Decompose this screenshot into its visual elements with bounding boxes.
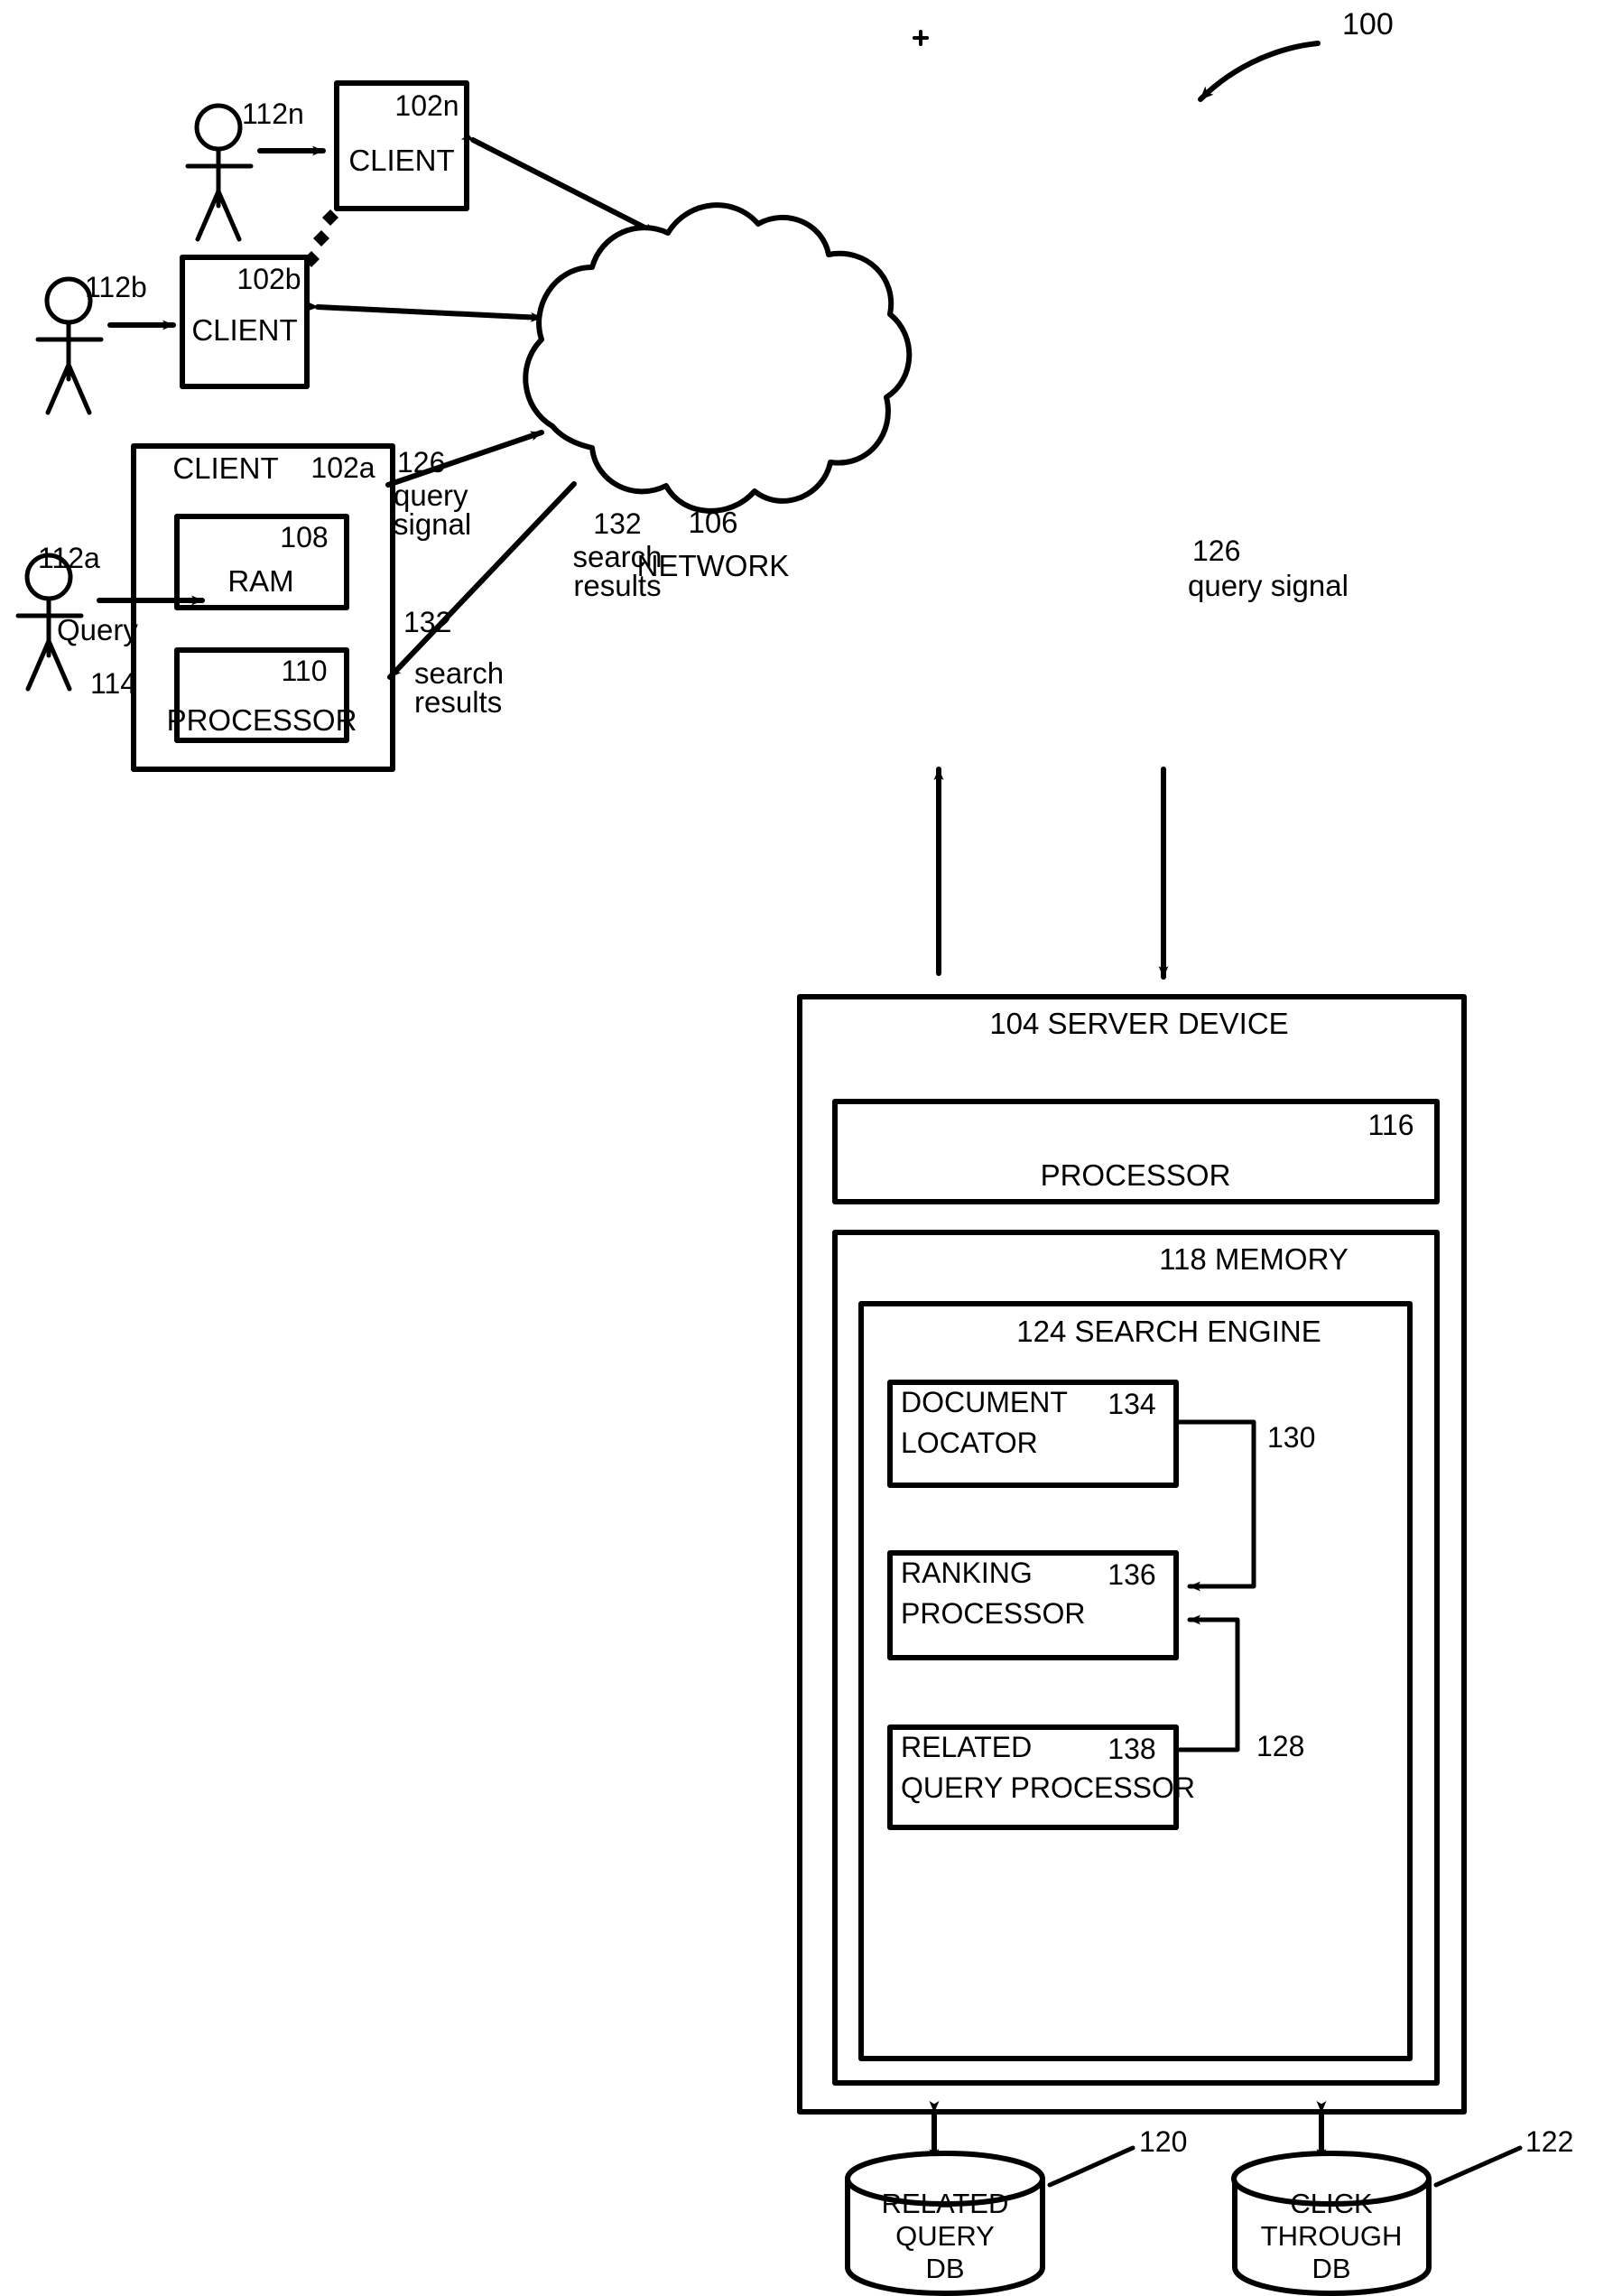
figure-number-arrow	[1198, 41, 1321, 102]
client-102a-ref: 102a	[310, 451, 375, 484]
document-locator-line2: LOCATOR	[901, 1427, 1038, 1459]
search-results-line2-left: results	[414, 685, 503, 719]
document-locator-ref-134: 134	[1108, 1388, 1156, 1420]
related-query-db-line3: DB	[925, 2253, 965, 2284]
patent-figure: 100 112n 102n CLIENT 112b 102b CLIENT 10…	[0, 0, 1622, 2296]
client-processor-ref-110: 110	[281, 655, 328, 687]
clickthrough-db-ref-122: 122	[1525, 2125, 1574, 2158]
related-query-db-line2: QUERY	[895, 2220, 995, 2252]
query-signal-text-right: query signal	[1188, 569, 1349, 602]
client-102a-label: CLIENT	[172, 451, 279, 485]
leader-122	[1433, 2145, 1523, 2188]
related-query-processor-ref-138: 138	[1108, 1733, 1156, 1765]
client-processor-label: PROCESSOR	[166, 703, 357, 737]
user-label-112a: 112a	[38, 542, 100, 574]
clickthrough-db-line2: THROUGH	[1260, 2220, 1403, 2252]
arrow-client-b-network	[306, 301, 544, 322]
ram-label: RAM	[227, 564, 294, 598]
query-ref-114: 114	[90, 667, 137, 700]
network-ref: 106	[688, 506, 738, 539]
client-102b-ref: 102b	[236, 263, 301, 295]
bus-ref-130: 130	[1267, 1421, 1316, 1454]
server-processor-ref-116: 116	[1367, 1109, 1414, 1141]
related-query-db-line1: RELATED	[881, 2188, 1009, 2219]
ranking-processor-line2: PROCESSOR	[901, 1597, 1086, 1630]
search-results-ref-132-left: 132	[403, 606, 452, 638]
clickthrough-db-line3: DB	[1312, 2253, 1351, 2284]
client-102n-ref: 102n	[394, 89, 459, 122]
registration-mark	[913, 30, 929, 46]
search-results-ref-132-up: 132	[593, 507, 642, 540]
leader-120	[1047, 2145, 1135, 2188]
client-102b-label: CLIENT	[191, 313, 298, 347]
bus-ref-128: 128	[1256, 1730, 1305, 1762]
related-query-processor-line2: QUERY PROCESSOR	[901, 1771, 1196, 1804]
memory-header: 118 MEMORY	[1159, 1242, 1349, 1276]
related-query-processor-line1: RELATED	[901, 1731, 1033, 1763]
bus-130	[1173, 1419, 1256, 1592]
ranking-processor-line1: RANKING	[901, 1557, 1033, 1589]
client-102n-label: CLIENT	[348, 144, 455, 177]
user-label-112b: 112b	[85, 271, 147, 303]
query-signal-ref-126-right: 126	[1192, 534, 1241, 567]
server-device-header: 104 SERVER DEVICE	[989, 1007, 1289, 1040]
arrow-client-n-network	[460, 130, 658, 236]
search-results-line2-up: results	[573, 569, 662, 602]
user-label-112n: 112n	[242, 98, 304, 130]
related-query-db-ref-120: 120	[1139, 2125, 1188, 2158]
document-locator-line1: DOCUMENT	[901, 1386, 1068, 1418]
search-engine-header: 124 SEARCH ENGINE	[1016, 1315, 1321, 1348]
query-signal-ref-126-left: 126	[397, 446, 446, 479]
query-signal-line2-left: signal	[394, 507, 472, 541]
query-label: Query	[57, 613, 138, 646]
clickthrough-db-line1: CLICK	[1290, 2188, 1373, 2219]
ranking-processor-ref-136: 136	[1108, 1558, 1156, 1591]
ram-ref-108: 108	[280, 521, 329, 553]
figure-number: 100	[1342, 7, 1394, 42]
network-cloud-icon	[523, 202, 913, 514]
server-processor-label: PROCESSOR	[1040, 1158, 1231, 1192]
bus-128	[1173, 1614, 1240, 1752]
